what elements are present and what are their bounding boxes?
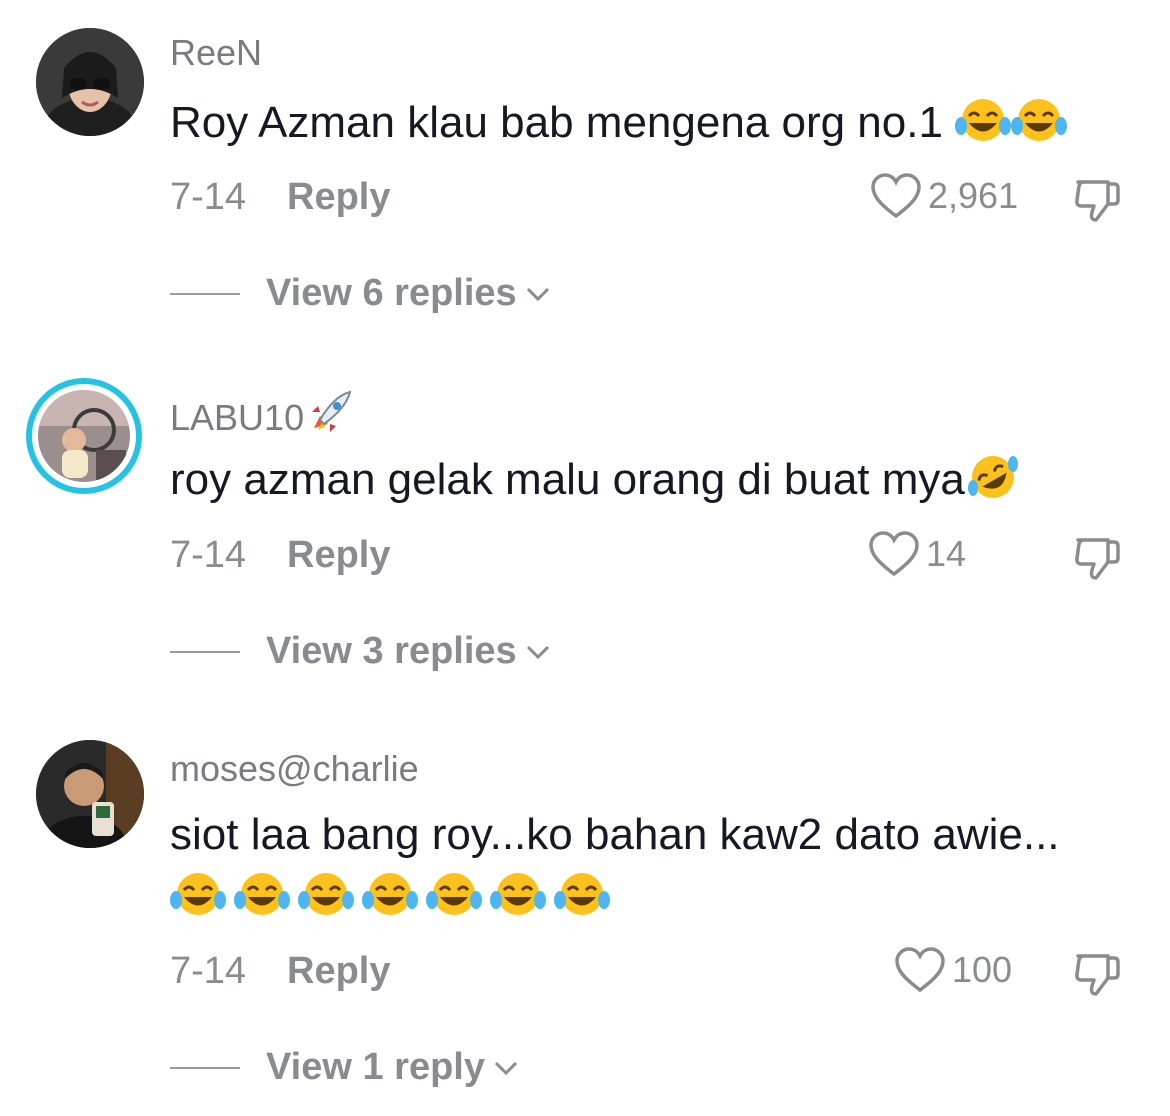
reply-button[interactable]: Reply	[287, 176, 390, 219]
thumbs-down-icon	[1075, 180, 1120, 222]
comment-date: 7-14	[170, 176, 247, 218]
dislike-button[interactable]	[1072, 950, 1122, 1005]
comment-username[interactable]: ReeN	[170, 32, 262, 74]
comment-text: siot laa bang roy...ko bahan kaw2 dato a…	[170, 810, 1060, 859]
like-button[interactable]: 14	[868, 530, 966, 578]
emoji-row	[170, 870, 610, 923]
reply-button[interactable]: Reply	[287, 534, 390, 577]
chevron-down-icon	[494, 1061, 518, 1075]
dislike-button[interactable]	[1072, 176, 1122, 231]
divider-line	[170, 1066, 240, 1069]
chevron-down-icon	[526, 645, 549, 659]
joy-emoji	[490, 870, 546, 923]
thumbs-down-icon	[1075, 954, 1120, 996]
heart-icon	[895, 947, 945, 993]
reply-button[interactable]: Reply	[287, 950, 390, 993]
view-replies-label: View 3 replies	[266, 630, 517, 672]
avatar[interactable]	[36, 28, 144, 136]
joy-emoji	[955, 96, 1012, 155]
like-button[interactable]: 100	[894, 946, 1012, 994]
dislike-button[interactable]	[1072, 534, 1122, 589]
thumbs-down-icon	[1075, 538, 1120, 580]
joy-emoji	[554, 870, 610, 923]
avatar[interactable]	[26, 378, 142, 494]
avatar[interactable]	[36, 740, 144, 848]
comment-username[interactable]: moses@charlie	[170, 748, 419, 790]
joy-emoji	[1011, 96, 1068, 155]
joy-emoji	[362, 870, 418, 923]
view-replies-label: View 1 reply	[266, 1046, 485, 1088]
chevron-down-icon	[526, 287, 549, 301]
comment-text: roy azman gelak malu orang di buat mya	[170, 452, 1021, 513]
like-count: 100	[952, 949, 1013, 990]
comment-date: 7-14	[170, 534, 247, 576]
like-button[interactable]: 2,961	[870, 172, 1018, 220]
divider-line	[170, 292, 240, 295]
view-replies-button[interactable]: View 6 replies	[170, 272, 551, 315]
view-replies-button[interactable]: View 1 reply	[170, 1046, 519, 1089]
heart-icon	[871, 173, 921, 219]
joy-emoji	[170, 870, 226, 923]
comment-username[interactable]: LABU10	[170, 390, 354, 439]
rofl-emoji	[965, 452, 1021, 513]
joy-emoji	[298, 870, 354, 923]
like-count: 2,961	[928, 175, 1019, 216]
view-replies-label: View 6 replies	[266, 272, 517, 314]
joy-emoji	[426, 870, 482, 923]
rocket-emoji	[312, 390, 352, 432]
comment-date: 7-14	[170, 950, 247, 992]
comment-text: Roy Azman klau bab mengena org no.1	[170, 96, 1068, 155]
like-count: 14	[926, 533, 967, 574]
heart-icon	[869, 531, 919, 577]
view-replies-button[interactable]: View 3 replies	[170, 630, 551, 673]
joy-emoji	[234, 870, 290, 923]
divider-line	[170, 650, 240, 653]
